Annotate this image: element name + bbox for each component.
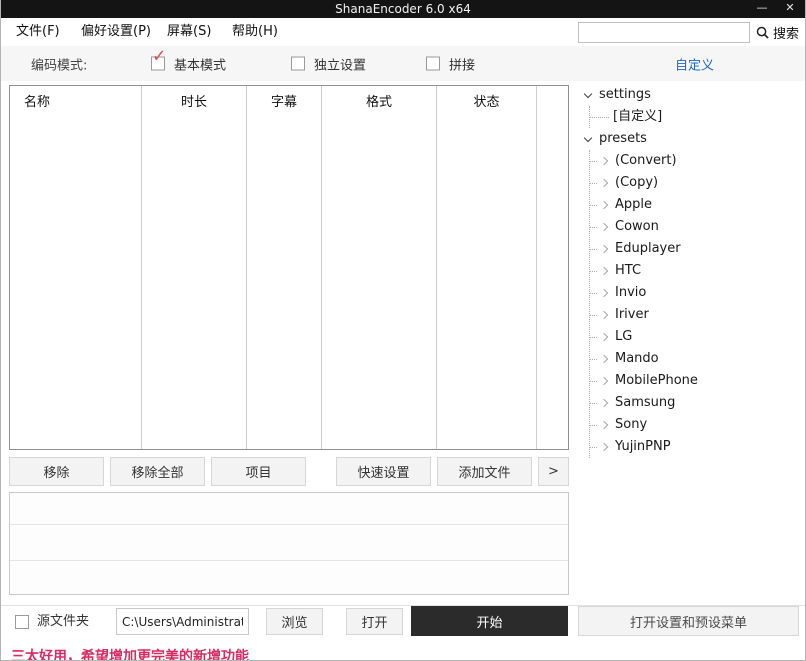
chevron-right-icon[interactable] — [600, 179, 608, 187]
menu-screen[interactable]: 屏幕(S) — [163, 18, 215, 46]
remove-button[interactable]: 移除 — [9, 457, 104, 486]
tree-item-yujinpnp[interactable]: YujinPNP — [590, 436, 801, 458]
chevron-down-icon[interactable] — [584, 90, 592, 98]
project-button[interactable]: 项目 — [211, 457, 306, 486]
tree-item-convert[interactable]: (Convert) — [590, 150, 801, 172]
chevron-right-icon[interactable] — [600, 311, 608, 319]
presets-children: (Convert) (Copy) Apple Cowon Eduplayer — [589, 150, 801, 458]
encode-mode-label: 编码模式: — [31, 54, 87, 73]
tree-item-mando[interactable]: Mando — [590, 348, 801, 370]
tree-item-lg[interactable]: LG — [590, 326, 801, 348]
search-input[interactable] — [578, 22, 750, 43]
open-settings-preset-menu-button[interactable]: 打开设置和预设菜单 — [578, 606, 799, 636]
minimize-icon[interactable]: — — [751, 0, 773, 18]
tree-item-presets[interactable]: presets — [579, 128, 801, 150]
source-folder-label: 源文件夹 — [37, 611, 89, 633]
column-format[interactable]: 格式 — [322, 86, 437, 449]
tree-item-samsung[interactable]: Samsung — [590, 392, 801, 414]
column-subtitle[interactable]: 字幕 — [247, 86, 322, 449]
shanaencoder-window: ShanaEncoder 6.0 x64 — ✕ 文件(F) 偏好设置(P) 屏… — [0, 0, 806, 661]
column-name[interactable]: 名称 — [10, 86, 142, 449]
tree-item-apple[interactable]: Apple — [590, 194, 801, 216]
window-title: ShanaEncoder 6.0 x64 — [1, 0, 805, 18]
checkbox-concat[interactable]: ✓ 拼接 — [426, 54, 475, 73]
column-spacer — [537, 86, 568, 449]
browse-button[interactable]: 浏览 — [266, 608, 323, 635]
checkbox-box[interactable]: ✓ — [426, 57, 440, 71]
tree-item-htc[interactable]: HTC — [590, 260, 801, 282]
open-button[interactable]: 打开 — [346, 608, 403, 635]
presets-tree: settings [自定义] presets (Convert) — [579, 84, 801, 596]
chevron-right-icon[interactable] — [600, 333, 608, 341]
marquee-notice[interactable]: 三太好用，希望增加更完美的新增功能 — [11, 648, 249, 661]
column-duration[interactable]: 时长 — [142, 86, 247, 449]
close-icon[interactable]: ✕ — [779, 0, 801, 18]
chevron-right-icon[interactable] — [600, 201, 608, 209]
chevron-right-icon[interactable] — [600, 421, 608, 429]
tree-item-eduplayer[interactable]: Eduplayer — [590, 238, 801, 260]
checkbox-independent-settings[interactable]: ✓ 独立设置 — [291, 54, 366, 73]
red-check-icon: ✓ — [152, 49, 166, 66]
info-panel-divider — [10, 560, 568, 561]
menu-help[interactable]: 帮助(H) — [228, 18, 282, 46]
tree-item-cowon[interactable]: Cowon — [590, 216, 801, 238]
tree-item-copy[interactable]: (Copy) — [590, 172, 801, 194]
tree-item-invio[interactable]: Invio — [590, 282, 801, 304]
add-files-button[interactable]: 添加文件 — [437, 457, 532, 486]
tree-item-iriver[interactable]: Iriver — [590, 304, 801, 326]
checkbox-independent-settings-label: 独立设置 — [314, 54, 366, 73]
info-panel — [9, 492, 569, 595]
menu-file[interactable]: 文件(F) — [12, 18, 64, 46]
checkbox-box[interactable]: ✓ — [291, 57, 305, 71]
info-panel-divider — [10, 524, 568, 525]
customize-link[interactable]: 自定义 — [675, 54, 714, 73]
checkbox-box[interactable]: ✓ — [151, 57, 165, 71]
chevron-right-icon[interactable] — [600, 267, 608, 275]
menubar: 文件(F) 偏好设置(P) 屏幕(S) 帮助(H) 搜索 — [1, 18, 805, 46]
start-button[interactable]: 开始 — [411, 606, 568, 636]
search-button[interactable]: 搜索 — [756, 21, 799, 43]
chevron-right-icon[interactable] — [600, 443, 608, 451]
checkbox-basic-mode-label: 基本模式 — [174, 54, 226, 73]
column-status[interactable]: 状态 — [437, 86, 537, 449]
search-area: 搜索 — [578, 21, 799, 43]
quick-settings-button[interactable]: 快速设置 — [336, 457, 431, 486]
chevron-right-icon[interactable] — [600, 245, 608, 253]
tree-node-presets-group: presets (Convert) (Copy) Apple Cowon — [579, 128, 801, 458]
chevron-right-icon[interactable] — [600, 289, 608, 297]
search-button-label: 搜索 — [773, 23, 799, 42]
encode-mode-toolbar: 编码模式: ✓ 基本模式 ✓ 独立设置 ✓ 拼接 自定义 — [1, 46, 805, 81]
checkbox-concat-label: 拼接 — [449, 54, 475, 73]
tree-item-settings[interactable]: settings — [579, 84, 801, 106]
tree-item-custom[interactable]: [自定义] — [590, 106, 801, 128]
file-list-table[interactable]: 名称 时长 字幕 格式 状态 — [9, 85, 569, 450]
tree-item-sony[interactable]: Sony — [590, 414, 801, 436]
chevron-right-icon[interactable] — [600, 223, 608, 231]
tree-item-mobilephone[interactable]: MobilePhone — [590, 370, 801, 392]
search-icon — [756, 26, 769, 39]
chevron-down-icon[interactable] — [584, 134, 592, 142]
menu-preferences[interactable]: 偏好设置(P) — [77, 18, 155, 46]
settings-children: [自定义] — [589, 106, 801, 128]
tree-node-settings-group: settings [自定义] — [579, 84, 801, 128]
chevron-right-icon[interactable] — [600, 399, 608, 407]
titlebar: ShanaEncoder 6.0 x64 — ✕ — [1, 0, 805, 18]
source-folder-checkbox[interactable] — [15, 615, 29, 629]
output-path-input[interactable] — [116, 608, 249, 635]
remove-all-button[interactable]: 移除全部 — [110, 457, 205, 486]
chevron-right-icon[interactable] — [600, 157, 608, 165]
checkbox-basic-mode[interactable]: ✓ 基本模式 — [151, 54, 226, 73]
chevron-right-icon[interactable] — [600, 377, 608, 385]
more-button[interactable]: > — [538, 457, 569, 486]
chevron-right-icon[interactable] — [600, 355, 608, 363]
